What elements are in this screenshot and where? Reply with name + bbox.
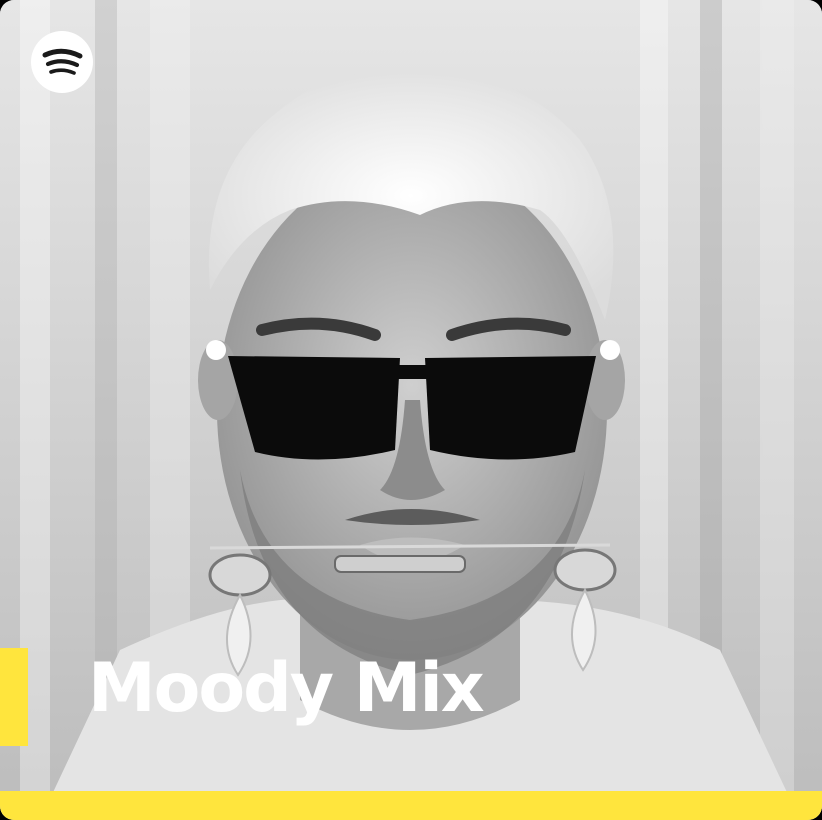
playlist-title: Moody Mix <box>88 649 485 728</box>
spotify-icon <box>31 31 93 93</box>
playlist-cover-card[interactable]: Moody Mix <box>0 0 822 820</box>
accent-bottom-bar <box>0 791 822 820</box>
accent-side-bar <box>0 648 28 746</box>
